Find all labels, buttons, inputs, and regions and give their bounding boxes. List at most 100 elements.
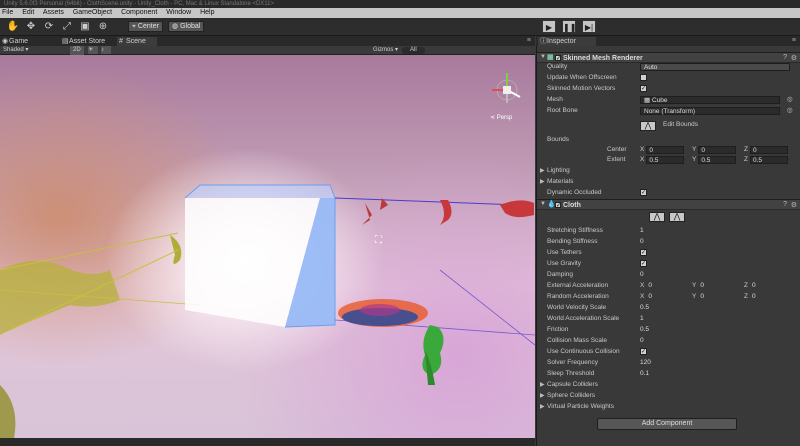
center-z-field[interactable]: Z0 [744,146,788,154]
transform-tool-icon[interactable]: ⊕ [96,20,110,33]
menu-bar: File Edit Assets GameObject Component Wi… [0,8,800,18]
ext-acc-y-field[interactable]: Y0 [692,282,736,290]
motion-vectors-checkbox[interactable]: ✓ [640,85,647,92]
mesh-picker-icon[interactable]: ◎ [787,95,793,105]
step-button[interactable]: ▶| [582,20,596,33]
play-button[interactable]: ▶ [542,20,556,33]
quality-dropdown[interactable]: Auto [640,63,790,71]
use-tethers-checkbox[interactable]: ✓ [640,249,647,256]
world-velocity-scale-row: World Velocity Scale 0.5 [537,303,800,314]
edit-bounds-button[interactable]: ⋀ [640,121,656,131]
rand-acc-y-field[interactable]: Y0 [692,293,736,301]
pivot-global-toggle[interactable]: ◍ Global [168,21,205,32]
cloth-foldout-arrow-icon[interactable]: ▼ [540,201,546,207]
center-y-field[interactable]: Y0 [692,146,737,154]
motion-vectors-label: Skinned Motion Vectors [547,85,616,92]
continuous-collision-checkbox[interactable]: ✓ [640,348,647,355]
ext-acc-x-field[interactable]: X0 [640,282,684,290]
ext-acc-z-field[interactable]: Z0 [744,282,788,290]
gear-icon[interactable]: ⚙ [791,54,797,62]
bounds-row: Bounds [537,135,800,146]
world-acceleration-scale-value[interactable]: 1 [640,315,644,323]
tab-asset-store[interactable]: ▤ Asset Store [60,37,116,46]
damping-value[interactable]: 0 [640,271,644,279]
cloth-enabled-checkbox[interactable]: ✓ [555,202,561,209]
audio-toggle-icon[interactable]: ♪ [101,46,111,54]
menu-help[interactable]: Help [200,9,214,16]
update-offscreen-checkbox[interactable]: ✓ [640,74,647,81]
help-icon[interactable]: ? [783,54,787,61]
cloth-gear-icon[interactable]: ⚙ [791,201,797,209]
inspector-panel: ▼ ▦ ✓ Skinned Mesh Renderer ? ⚙ Quality … [536,46,800,446]
cloth-header[interactable]: ▼ 💧 ✓ Cloth ? ⚙ [537,199,800,210]
foldout-arrow-icon[interactable]: ▼ [540,54,546,60]
panel-menu-icon[interactable]: ≡ [527,37,531,44]
rotate-tool-icon[interactable]: ⟳ [42,20,56,33]
edit-bounds-row: ⋀ Edit Bounds [537,120,800,131]
virtual-particle-weights-foldout[interactable]: ▶ Virtual Particle Weights [537,402,800,413]
extent-x-field[interactable]: X 0.5 [640,156,685,164]
move-tool-icon[interactable]: ✥ [24,20,38,33]
persp-label[interactable]: ⋖ Persp [490,114,512,121]
extent-z-value: 0.5 [749,156,788,164]
cloth-help-icon[interactable]: ? [783,201,787,208]
gizmos-dropdown[interactable]: Gizmos ▾ [373,46,398,55]
hand-tool-icon[interactable]: ✋ [6,20,20,33]
mesh-field[interactable]: ▦ Cube [640,96,780,104]
rand-acc-z-field[interactable]: Z0 [744,293,788,301]
rect-tool-icon[interactable]: ▣ [78,20,92,33]
scene-view[interactable]: ⛶ ⋖ Persp [0,55,535,438]
materials-foldout[interactable]: ▶ Materials [537,177,800,188]
skinned-mesh-renderer-enabled-checkbox[interactable]: ✓ [555,55,561,62]
menu-assets[interactable]: Assets [43,9,64,16]
scene-search-input[interactable]: All [402,47,425,54]
stretching-stiffness-value[interactable]: 1 [640,227,644,235]
inspector-menu-icon[interactable]: ≡ [792,37,796,44]
pivot-center-toggle[interactable]: ⌖ Center [128,21,163,32]
dynamic-occluded-checkbox[interactable]: ✓ [640,189,647,196]
scale-tool-icon[interactable]: ⤢ [60,20,74,33]
menu-edit[interactable]: Edit [22,9,34,16]
menu-component[interactable]: Component [121,9,157,16]
capsule-colliders-foldout[interactable]: ▶ Capsule Colliders [537,380,800,391]
sleep-threshold-value[interactable]: 0.1 [640,370,649,378]
extent-z-field[interactable]: Z 0.5 [744,156,788,164]
add-component-button[interactable]: Add Component [597,418,737,430]
lighting-arrow-icon: ▶ [540,168,545,174]
world-velocity-scale-value[interactable]: 0.5 [640,304,649,312]
sphere-colliders-foldout[interactable]: ▶ Sphere Colliders [537,391,800,402]
tab-game[interactable]: ◉ Game [0,37,62,46]
menu-file[interactable]: File [2,9,13,16]
bending-stiffness-value[interactable]: 0 [640,238,644,246]
menu-window[interactable]: Window [166,9,191,16]
shading-mode-dropdown[interactable]: Shaded ▾ [3,46,28,55]
solver-frequency-value[interactable]: 120 [640,359,651,367]
capsule-colliders-label: Capsule Colliders [547,381,598,388]
stretching-stiffness-row: Stretching Stiffness 1 [537,226,800,237]
lighting-foldout[interactable]: ▶ Lighting [537,166,800,177]
tab-scene[interactable]: # Scene [117,37,157,46]
friction-row: Friction 0.5 [537,325,800,336]
cloth-edit-constraints-button[interactable]: ⋀ [649,212,665,222]
menu-gameobject[interactable]: GameObject [73,9,112,16]
root-bone-row: Root Bone None (Transform) ◎ [537,106,800,117]
collision-mass-scale-value[interactable]: 0 [640,337,644,345]
lighting-toggle-icon[interactable]: ☀ [88,46,98,54]
pause-button[interactable]: ❚❚ [562,20,576,33]
rand-acc-x-field[interactable]: X0 [640,293,684,301]
use-gravity-checkbox[interactable]: ✓ [640,260,647,267]
update-offscreen-row: Update When Offscreen ✓ [537,73,800,84]
center-x-field[interactable]: X0 [640,146,685,154]
orientation-gizmo[interactable] [492,73,521,103]
cloth-paint-button[interactable]: ⋀ [669,212,685,222]
toggle-2d-button[interactable]: 2D [70,46,84,55]
rand-acc-y-value: 0 [700,293,704,300]
root-bone-picker-icon[interactable]: ◎ [787,106,793,116]
tab-inspector[interactable]: ⓘ Inspector [538,37,596,46]
mesh-renderer-icon: ▦ [547,54,554,61]
update-offscreen-label: Update When Offscreen [547,74,617,81]
friction-value[interactable]: 0.5 [640,326,649,334]
sleep-threshold-row: Sleep Threshold 0.1 [537,369,800,380]
root-bone-field[interactable]: None (Transform) [640,107,780,115]
extent-y-field[interactable]: Y 0.5 [692,156,737,164]
